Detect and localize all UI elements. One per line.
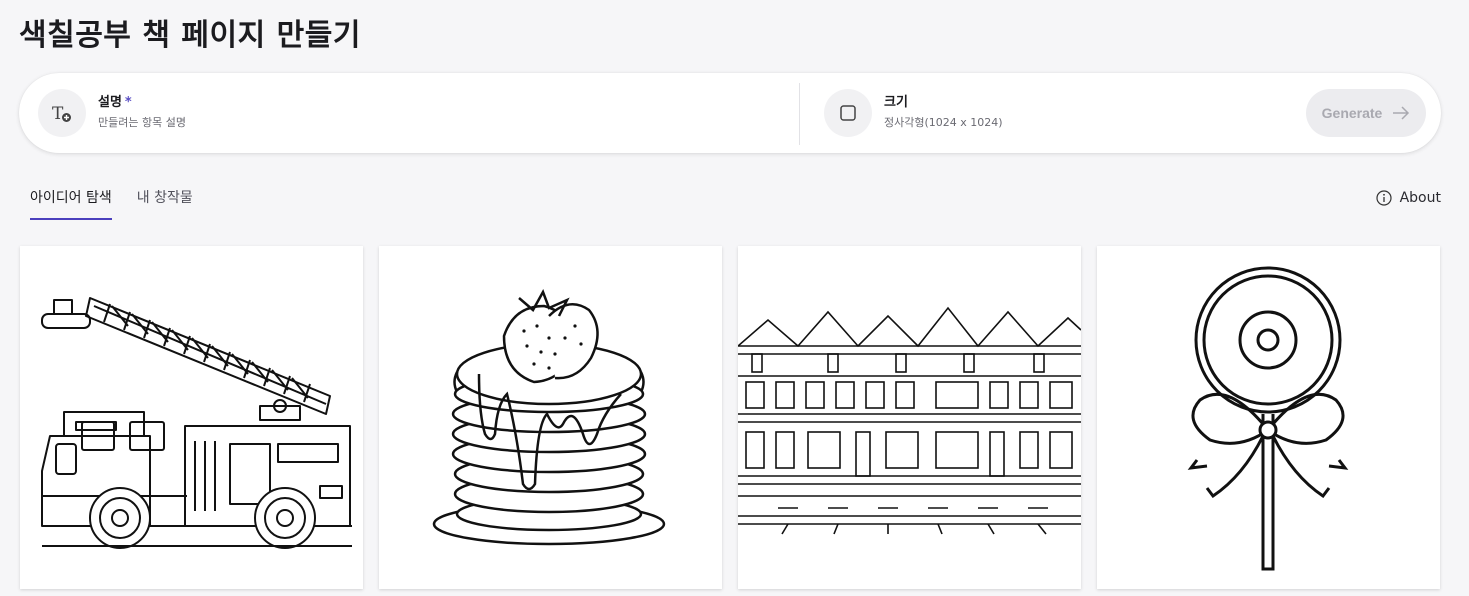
generate-label: Generate [1321, 105, 1383, 121]
gallery-item-lollipop[interactable] [1097, 246, 1440, 589]
required-mark: * [124, 95, 132, 110]
idea-gallery [20, 246, 1440, 589]
field-divider [799, 83, 800, 145]
gallery-item-houses[interactable] [738, 246, 1081, 589]
houses-image [738, 306, 1081, 535]
about-link[interactable]: About [1375, 190, 1441, 206]
description-field[interactable]: T 설명 * 만들려는 항목 설명 [38, 73, 798, 153]
arrow-right-icon [1392, 106, 1410, 120]
tab-explore-ideas[interactable]: 아이디어 탐색 [30, 186, 112, 220]
gallery-item-pancakes[interactable] [379, 246, 722, 589]
size-selector[interactable]: 크기 정사각형(1024 x 1024) [824, 73, 1294, 153]
prompt-bar: T 설명 * 만들려는 항목 설명 크기 정사각형(1024 x 1024) Ge… [19, 73, 1441, 153]
page-title: 색칠공부 책 페이지 만들기 [19, 18, 361, 53]
tab-my-creations[interactable]: 내 창작물 [137, 186, 193, 220]
size-value: 정사각형(1024 x 1024) [884, 116, 1003, 129]
description-label: 설명 [98, 95, 122, 110]
generate-button[interactable]: Generate [1306, 89, 1426, 137]
pancakes-image [432, 289, 666, 546]
about-label: About [1399, 190, 1441, 206]
info-icon [1375, 190, 1392, 206]
gallery-item-fire-truck[interactable] [20, 246, 363, 589]
tab-bar: 아이디어 탐색 내 창작물 [30, 186, 218, 220]
size-label: 크기 [884, 95, 908, 110]
lollipop-image [1187, 266, 1349, 571]
description-input[interactable]: 만들려는 항목 설명 [98, 114, 186, 132]
square-icon [824, 89, 872, 137]
svg-text:T: T [52, 104, 64, 124]
text-add-icon: T [38, 89, 86, 137]
fire-truck-image [41, 297, 352, 549]
